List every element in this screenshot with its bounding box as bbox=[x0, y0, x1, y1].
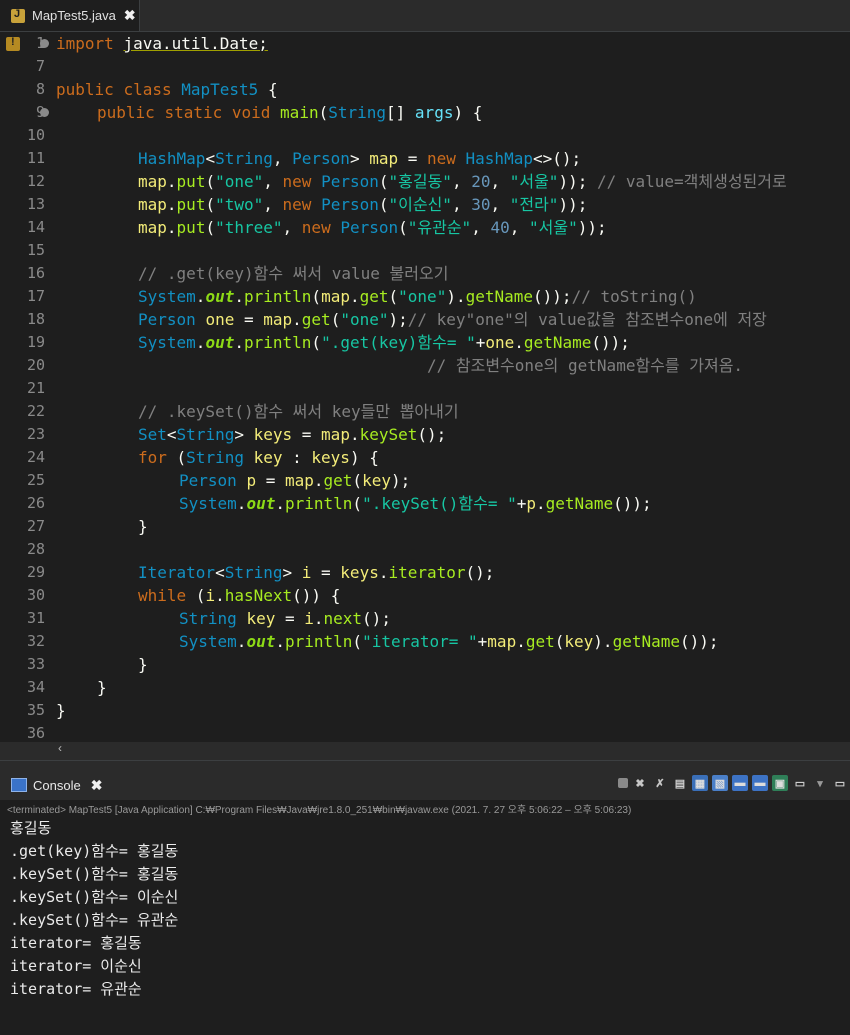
scroll-left-icon[interactable]: ‹ bbox=[58, 741, 62, 755]
line-number: 20 bbox=[26, 356, 45, 374]
console-output-line: .keySet()함수= 홍길동 bbox=[10, 865, 179, 883]
chevron-down-icon[interactable]: ▾ bbox=[812, 775, 828, 791]
code-line-25: Person p = map.get(key); bbox=[179, 471, 411, 490]
line-number: 15 bbox=[26, 241, 45, 259]
java-file-icon bbox=[11, 8, 25, 23]
code-line-8: public class MapTest5 { bbox=[56, 80, 278, 99]
line-number: 26 bbox=[26, 494, 45, 512]
code-line-13: map.put("two", new Person("이순신", 30, "전라… bbox=[138, 195, 588, 214]
line-number: 35 bbox=[26, 701, 45, 719]
console-output[interactable]: <terminated> MapTest5 [Java Application]… bbox=[0, 800, 850, 1035]
line-number: 12 bbox=[26, 172, 45, 190]
show-console-on-stderr-icon[interactable]: ▬ bbox=[752, 775, 768, 791]
line-number: 25 bbox=[26, 471, 45, 489]
line-number: 11 bbox=[26, 149, 45, 167]
console-output-line: .keySet()함수= 이순신 bbox=[10, 888, 179, 906]
line-number: 31 bbox=[26, 609, 45, 627]
code-line-1: import java.util.Date; bbox=[56, 34, 268, 53]
line-number: 10 bbox=[26, 126, 45, 144]
line-number-gutter: 1 7 8 9 10 11 12 13 14 15 16 17 18 19 20… bbox=[0, 32, 52, 742]
code-editor[interactable]: 1 7 8 9 10 11 12 13 14 15 16 17 18 19 20… bbox=[0, 32, 850, 742]
console-toolbar: ✖ ✗ ▤ ▦ ▧ ▬ ▬ ▣ ▭ ▾ ▭ bbox=[616, 771, 850, 795]
line-number: 24 bbox=[26, 448, 45, 466]
line-number: 1 bbox=[35, 34, 45, 52]
line-number: 36 bbox=[26, 724, 45, 742]
line-number: 21 bbox=[26, 379, 45, 397]
line-number: 14 bbox=[26, 218, 45, 236]
code-line-22: // .keySet()함수 써서 key들만 뽑아내기 bbox=[138, 402, 459, 421]
code-line-24: for (String key : keys) { bbox=[138, 448, 379, 467]
line-number: 17 bbox=[26, 287, 45, 305]
line-number: 7 bbox=[35, 57, 45, 75]
code-line-18: Person one = map.get("one");// key"one"의… bbox=[138, 310, 767, 329]
console-output-line: iterator= 홍길동 bbox=[10, 934, 142, 952]
line-number: 18 bbox=[26, 310, 45, 328]
remove-all-terminated-icon[interactable]: ✗ bbox=[652, 775, 668, 791]
code-line-26: System.out.println(".keySet()함수= "+p.get… bbox=[179, 494, 652, 513]
editor-tab-bar: MapTest5.java ✖ bbox=[0, 0, 850, 32]
code-line-23: Set<String> keys = map.keySet(); bbox=[138, 425, 447, 444]
line-number: 13 bbox=[26, 195, 45, 213]
code-line-16: // .get(key)함수 써서 value 불러오기 bbox=[138, 264, 449, 283]
terminated-status: <terminated> MapTest5 [Java Application]… bbox=[7, 805, 632, 816]
code-line-9: public static void main(String[] args) { bbox=[97, 103, 483, 122]
console-tab-label: Console bbox=[33, 777, 81, 793]
line-number: 28 bbox=[26, 540, 45, 558]
tab-maptest5-java[interactable]: MapTest5.java ✖ bbox=[0, 0, 140, 31]
line-number: 16 bbox=[26, 264, 45, 282]
console-output-line: iterator= 유관순 bbox=[10, 980, 142, 998]
console-output-line: .keySet()함수= 유관순 bbox=[10, 911, 179, 929]
clear-console-icon[interactable]: ▤ bbox=[672, 775, 688, 791]
console-output-line: 홍길동 bbox=[10, 819, 52, 837]
scroll-lock-icon[interactable]: ▦ bbox=[692, 775, 708, 791]
code-line-17: System.out.println(map.get("one").getNam… bbox=[138, 287, 697, 306]
tab-console[interactable]: Console ✖ bbox=[0, 769, 106, 801]
code-line-31: String key = i.next(); bbox=[179, 609, 391, 628]
pin-console-icon[interactable]: ▣ bbox=[772, 775, 788, 791]
code-line-27: } bbox=[138, 517, 148, 536]
code-line-20: // 참조변수one의 getName함수를 가져옴. bbox=[427, 356, 744, 375]
word-wrap-icon[interactable]: ▧ bbox=[712, 775, 728, 791]
line-number: 23 bbox=[26, 425, 45, 443]
code-line-19: System.out.println(".get(key)함수= "+one.g… bbox=[138, 333, 630, 352]
line-number: 22 bbox=[26, 402, 45, 420]
remove-launch-icon[interactable]: ✖ bbox=[632, 775, 648, 791]
line-number: 32 bbox=[26, 632, 45, 650]
line-number: 30 bbox=[26, 586, 45, 604]
horizontal-scrollbar[interactable]: ‹ bbox=[52, 741, 850, 758]
line-number: 19 bbox=[26, 333, 45, 351]
code-line-33: } bbox=[138, 655, 148, 674]
terminate-icon[interactable] bbox=[618, 778, 628, 788]
code-line-29: Iterator<String> i = keys.iterator(); bbox=[138, 563, 495, 582]
line-number: 8 bbox=[35, 80, 45, 98]
console-output-line: iterator= 이순신 bbox=[10, 957, 142, 975]
open-console-icon[interactable]: ▭ bbox=[832, 775, 848, 791]
close-icon[interactable]: ✖ bbox=[91, 777, 103, 794]
line-number: 9 bbox=[35, 103, 45, 121]
code-line-30: while (i.hasNext()) { bbox=[138, 586, 341, 605]
code-line-12: map.put("one", new Person("홍길동", 20, "서울… bbox=[138, 172, 787, 191]
code-line-14: map.put("three", new Person("유관순", 40, "… bbox=[138, 218, 607, 237]
line-number: 27 bbox=[26, 517, 45, 535]
tab-label: MapTest5.java bbox=[32, 8, 116, 23]
code-line-35: } bbox=[56, 701, 66, 720]
show-console-on-stdout-icon[interactable]: ▬ bbox=[732, 775, 748, 791]
display-selected-console-icon[interactable]: ▭ bbox=[792, 775, 808, 791]
code-line-34: } bbox=[97, 678, 107, 697]
console-tab-bar: Console ✖ ✖ ✗ ▤ ▦ ▧ ▬ ▬ ▣ ▭ ▾ ▭ bbox=[0, 760, 850, 801]
code-line-32: System.out.println("iterator= "+map.get(… bbox=[179, 632, 719, 651]
close-icon[interactable]: ✖ bbox=[124, 7, 136, 24]
line-number: 33 bbox=[26, 655, 45, 673]
code-line-11: HashMap<String, Person> map = new HashMa… bbox=[138, 149, 582, 168]
console-output-line: .get(key)함수= 홍길동 bbox=[10, 842, 179, 860]
console-icon bbox=[11, 778, 27, 792]
line-number: 34 bbox=[26, 678, 45, 696]
line-number: 29 bbox=[26, 563, 45, 581]
